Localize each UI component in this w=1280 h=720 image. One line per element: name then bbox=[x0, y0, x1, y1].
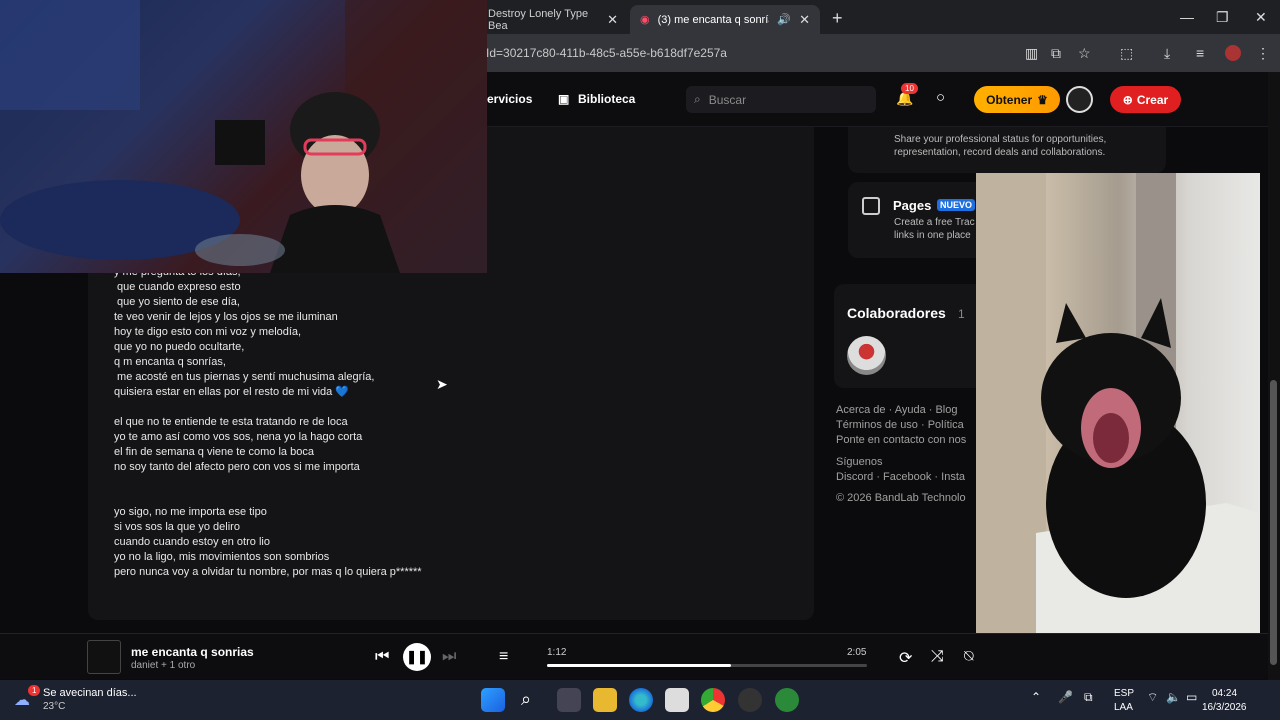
nav-services[interactable]: ervicios bbox=[487, 92, 532, 106]
minimize-icon[interactable]: — bbox=[1180, 9, 1194, 25]
file-explorer-icon[interactable] bbox=[593, 688, 617, 712]
wifi-icon[interactable]: ⌔ bbox=[1147, 690, 1158, 705]
mute-icon[interactable]: ⍉ bbox=[964, 648, 974, 666]
clock-time[interactable]: 04:24 bbox=[1212, 688, 1237, 699]
search-placeholder: Buscar bbox=[708, 92, 747, 107]
maximize-icon[interactable]: ❐ bbox=[1216, 9, 1229, 26]
cast-icon[interactable]: ⧉ bbox=[1051, 45, 1061, 62]
nav-library[interactable]: Biblioteca bbox=[578, 92, 635, 106]
search-icon: ⌕ bbox=[694, 92, 701, 106]
create-button[interactable]: ⊕ Crear bbox=[1110, 86, 1181, 113]
bookmark-star-icon[interactable]: ☆ bbox=[1078, 45, 1091, 62]
menu-icon[interactable]: ⋮ bbox=[1256, 45, 1270, 62]
webcam-scene bbox=[0, 0, 487, 273]
pages-title: Pages bbox=[893, 198, 932, 213]
close-tab-icon[interactable]: ✕ bbox=[607, 12, 618, 28]
duration: 2:05 bbox=[847, 647, 867, 658]
mouse-cursor-icon: ➤ bbox=[436, 376, 448, 392]
search-input[interactable]: ⌕ Buscar bbox=[686, 86, 876, 113]
start-icon[interactable] bbox=[481, 688, 505, 712]
plus-icon: ⊕ bbox=[1122, 92, 1133, 107]
footer-links[interactable]: Acerca de · Ayuda · Blog bbox=[836, 404, 976, 416]
weather-text[interactable]: Se avecinan días... bbox=[43, 687, 137, 699]
media-control-icon[interactable]: ≡ bbox=[1196, 45, 1204, 61]
cat-video-overlay bbox=[976, 173, 1260, 677]
reading-mode-icon[interactable]: ▥ bbox=[1025, 45, 1038, 62]
chrome-icon[interactable] bbox=[701, 688, 725, 712]
profile-avatar[interactable] bbox=[1225, 45, 1241, 61]
pages-icon bbox=[862, 197, 880, 215]
track-title[interactable]: me encanta q sonrias bbox=[131, 645, 254, 659]
collaborators-title: Colaboradores bbox=[847, 305, 946, 321]
webcam-overlay bbox=[0, 0, 487, 273]
notification-badge: 10 bbox=[901, 83, 918, 94]
volume-icon[interactable]: 🔈 bbox=[1166, 690, 1181, 704]
battery-icon[interactable]: ▭ bbox=[1186, 690, 1197, 704]
pause-button[interactable]: ❚❚ bbox=[403, 643, 431, 671]
show-hidden-icons[interactable]: ⌃ bbox=[1031, 690, 1041, 704]
weather-icon[interactable]: ☁ bbox=[14, 690, 30, 710]
pages-desc-line: links in one place bbox=[894, 230, 971, 241]
repeat-icon[interactable]: ⟳ bbox=[899, 648, 912, 668]
language-indicator[interactable]: ESP bbox=[1114, 688, 1134, 699]
next-icon[interactable]: ⏭ bbox=[442, 648, 456, 666]
xbox-icon[interactable] bbox=[775, 688, 799, 712]
download-icon[interactable]: ⤓ bbox=[1164, 45, 1170, 62]
collaborators-count: 1 bbox=[958, 307, 965, 321]
collaborators-card bbox=[834, 284, 976, 388]
keyboard-layout[interactable]: LAA bbox=[1114, 702, 1133, 713]
bandlab-favicon-icon: ◉ bbox=[640, 14, 650, 26]
scrollbar-thumb[interactable] bbox=[1270, 380, 1277, 665]
footer-links[interactable]: Ponte en contacto con nos bbox=[836, 434, 976, 446]
cat-scene bbox=[976, 173, 1260, 677]
task-view-icon[interactable] bbox=[557, 688, 581, 712]
browser-tab[interactable]: Destroy Lonely Type Bea ✕ bbox=[478, 5, 628, 34]
copyright: © 2026 BandLab Technolo bbox=[836, 492, 966, 504]
get-membership-button[interactable]: Obtener ♛ bbox=[974, 86, 1060, 113]
extensions-icon[interactable]: ⬚ bbox=[1120, 45, 1133, 62]
library-icon[interactable]: ▣ bbox=[558, 92, 569, 106]
track-cover[interactable] bbox=[87, 640, 121, 674]
obs-icon[interactable] bbox=[738, 688, 762, 712]
microphone-icon[interactable]: 🎤 bbox=[1058, 690, 1073, 704]
queue-icon[interactable]: ≡ bbox=[499, 648, 508, 666]
pages-description: Create a free Trac links in one place bbox=[894, 216, 976, 242]
new-tab-icon[interactable]: + bbox=[832, 8, 843, 29]
follow-title: Síguenos bbox=[836, 456, 883, 468]
get-button-label: Obtener bbox=[986, 92, 1033, 107]
progress-fill bbox=[547, 664, 732, 667]
store-icon[interactable] bbox=[665, 688, 689, 712]
social-links[interactable]: Discord · Facebook · Insta bbox=[836, 471, 976, 483]
crown-icon: ♛ bbox=[1037, 92, 1048, 107]
lyrics-text: y me pregunta to los días, que cuando ex… bbox=[114, 266, 422, 578]
network-tray-icon[interactable]: ⧉ bbox=[1084, 690, 1093, 705]
footer-links[interactable]: Términos de uso · Política bbox=[836, 419, 976, 431]
current-time: 1:12 bbox=[547, 647, 567, 658]
search-taskbar-icon[interactable]: ⌕ bbox=[521, 689, 531, 710]
tab-title: (3) me encanta q sonrías po bbox=[657, 13, 770, 26]
browser-tab-active[interactable]: ◉ (3) me encanta q sonrías po 🔊 ✕ bbox=[630, 5, 820, 34]
speaker-icon[interactable]: 🔊 bbox=[777, 13, 791, 26]
close-window-icon[interactable]: ✕ bbox=[1255, 9, 1267, 26]
collaborator-avatar[interactable] bbox=[847, 336, 886, 375]
shuffle-icon[interactable]: ⤨ bbox=[931, 648, 944, 666]
pages-desc-line: Create a free Trac bbox=[894, 217, 975, 228]
temperature: 23°C bbox=[43, 701, 66, 712]
previous-icon[interactable]: ⏮ bbox=[375, 648, 389, 666]
new-badge: NUEVO bbox=[937, 199, 976, 211]
edge-icon[interactable] bbox=[629, 688, 653, 712]
professional-status-description: Share your professional status for oppor… bbox=[894, 134, 1107, 158]
clock-date[interactable]: 16/3/2026 bbox=[1202, 702, 1247, 713]
close-tab-icon[interactable]: ✕ bbox=[799, 12, 810, 28]
user-avatar[interactable] bbox=[1066, 86, 1093, 113]
tab-title: Destroy Lonely Type Bea bbox=[488, 7, 589, 32]
chat-icon[interactable]: ○ bbox=[936, 89, 945, 106]
track-artist[interactable]: daniet + 1 otro bbox=[131, 660, 195, 671]
create-button-label: Crear bbox=[1136, 92, 1169, 107]
url-text[interactable]: Id=30217c80-411b-48c5-a55e-b618df7e257a bbox=[486, 46, 727, 60]
